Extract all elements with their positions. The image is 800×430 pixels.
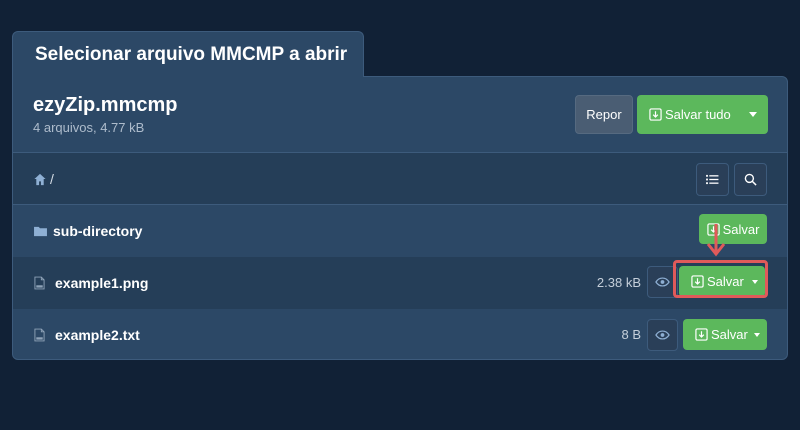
list-item[interactable]: example1.png 2.38 kB Salvar (13, 257, 787, 309)
file-browser-panel: ezyZip.mmcmp 4 arquivos, 4.77 kB Repor S… (12, 76, 788, 360)
list-item[interactable]: example2.txt 8 B Salvar (13, 309, 787, 359)
folder-icon (34, 226, 47, 237)
download-icon (695, 328, 708, 341)
chevron-down-icon (749, 112, 757, 117)
home-icon[interactable] (33, 173, 47, 186)
save-all-button[interactable]: Salvar tudo (637, 95, 768, 134)
preview-button[interactable] (647, 319, 678, 351)
save-dropdown-toggle[interactable] (747, 319, 767, 350)
reset-button[interactable]: Repor (575, 95, 633, 134)
archive-header: ezyZip.mmcmp 4 arquivos, 4.77 kB Repor S… (13, 77, 787, 153)
chevron-down-icon (754, 332, 760, 337)
breadcrumb-path: / (50, 171, 54, 187)
item-size: 2.38 kB (596, 275, 641, 290)
eye-icon (655, 277, 670, 287)
item-name: example2.txt (55, 327, 140, 343)
item-size: 8 B (621, 327, 641, 342)
archive-summary: 4 arquivos, 4.77 kB (33, 120, 145, 135)
image-file-icon (34, 276, 45, 290)
path-bar: / (13, 153, 787, 205)
highlight-box (673, 260, 768, 298)
list-icon (706, 174, 719, 185)
list-view-button[interactable] (696, 163, 729, 196)
save-all-dropdown-toggle[interactable] (738, 95, 768, 134)
list-item[interactable]: sub-directory Salvar (13, 205, 787, 257)
text-file-icon (34, 328, 45, 342)
save-all-label: Salvar tudo (665, 107, 731, 122)
eye-icon (655, 330, 670, 340)
item-name: sub-directory (53, 223, 143, 239)
save-label: Salvar (711, 327, 748, 342)
save-label: Salvar (722, 221, 760, 237)
search-icon (744, 173, 757, 186)
search-button[interactable] (734, 163, 767, 196)
download-icon (649, 108, 662, 121)
arrow-down-icon (706, 224, 726, 257)
reset-button-label: Repor (586, 107, 622, 122)
dialog-tab-title: Selecionar arquivo MMCMP a abrir (12, 31, 364, 77)
item-name: example1.png (55, 275, 149, 291)
save-button[interactable]: Salvar (683, 319, 767, 350)
archive-name: ezyZip.mmcmp (33, 94, 178, 116)
